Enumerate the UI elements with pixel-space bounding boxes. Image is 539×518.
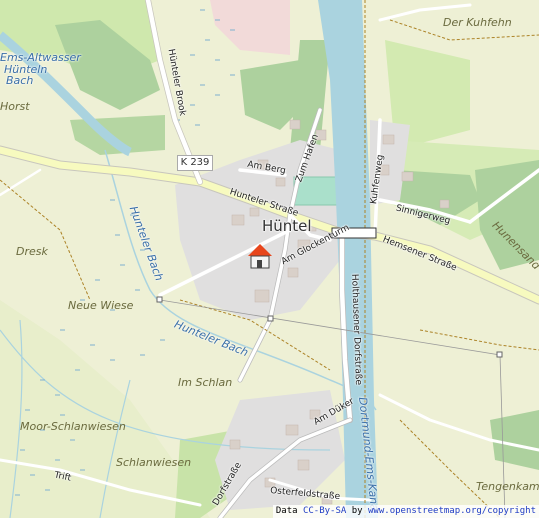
attribution-by: by	[346, 506, 369, 516]
power-tower	[267, 315, 274, 322]
power-tower	[156, 296, 163, 303]
sports-pitch	[293, 176, 339, 206]
canal-bridge	[331, 227, 377, 239]
power-tower	[496, 351, 503, 358]
map-canvas[interactable]	[0, 0, 539, 518]
road-ref-shield: K 239	[177, 155, 213, 171]
license-link[interactable]: CC-By-SA	[303, 506, 346, 516]
osm-copyright-link[interactable]: www.openstreetmap.org/copyright	[368, 506, 536, 516]
map-attribution: Data CC-By-SA by www.openstreetmap.org/c…	[272, 505, 539, 518]
attribution-prefix: Data	[275, 506, 303, 516]
